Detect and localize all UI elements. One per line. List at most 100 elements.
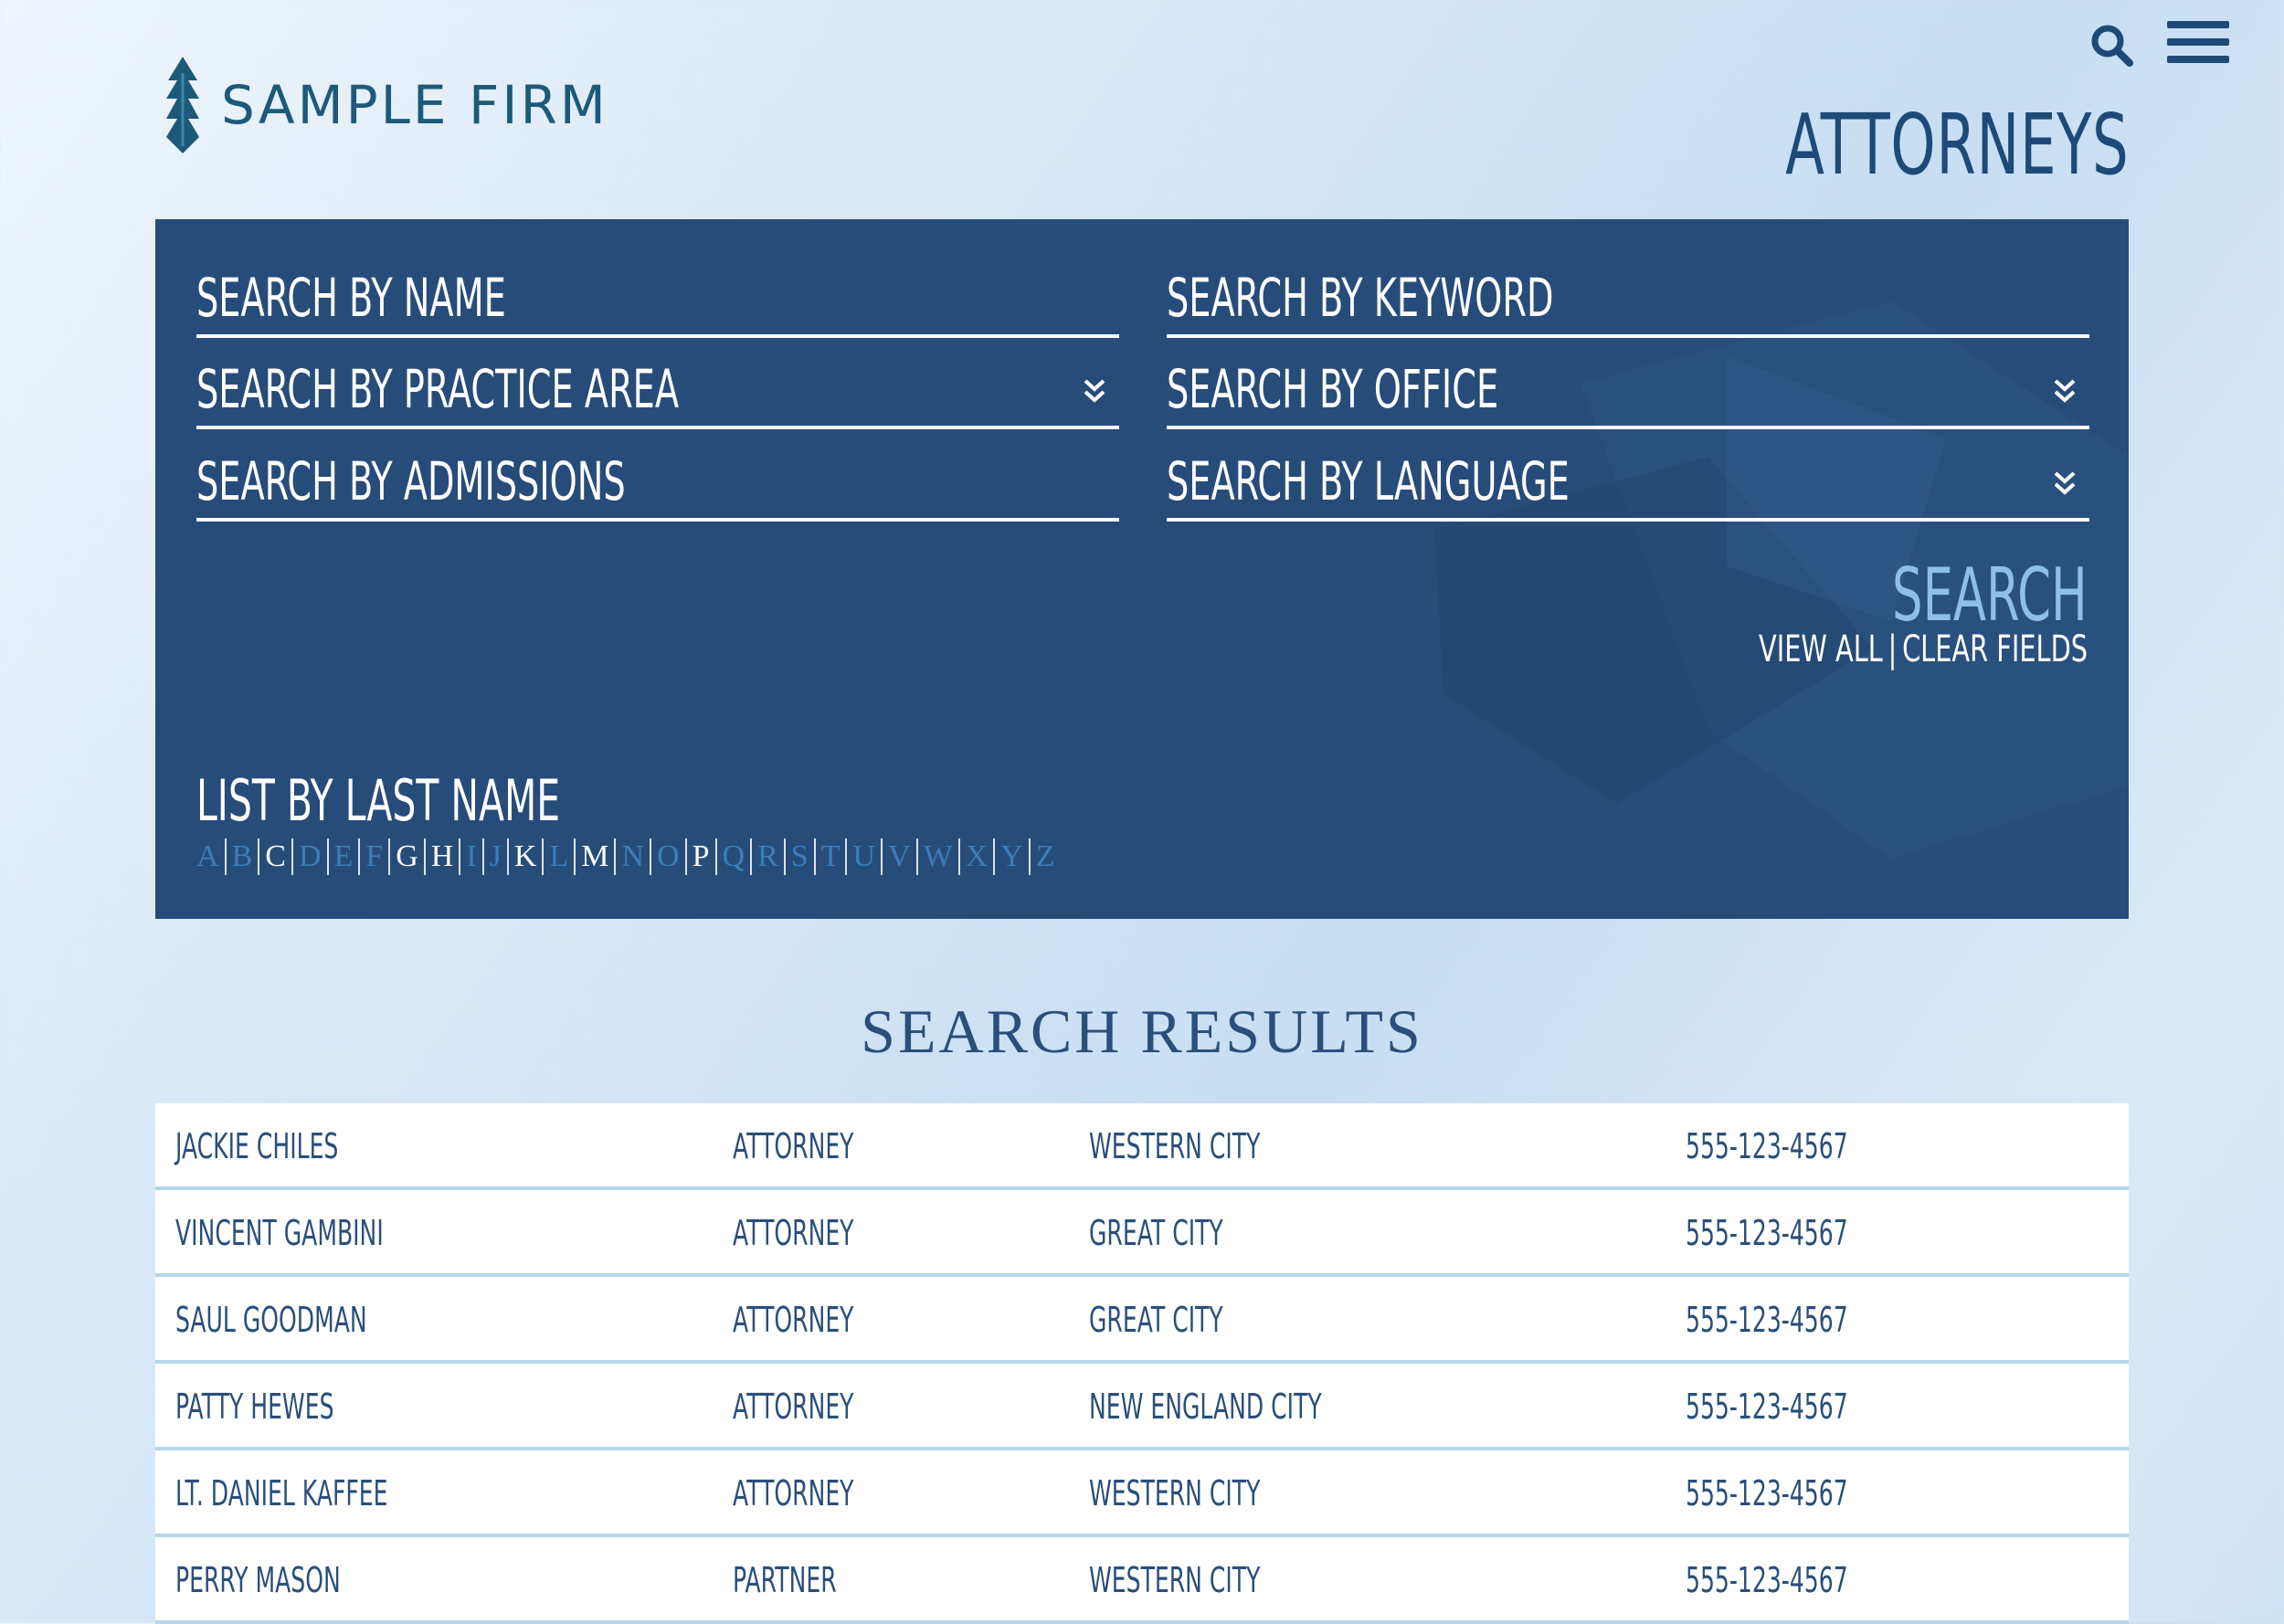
clear-fields-link[interactable]: CLEAR FIELDS <box>1902 628 2088 670</box>
attorney-title: ATTORNEY <box>733 1387 854 1427</box>
letter-link-q[interactable]: Q <box>717 839 751 874</box>
table-row[interactable]: PATTY HEWES ATTORNEY NEW ENGLAND CITY 555-1… <box>155 1364 2129 1450</box>
chevron-double-down-icon <box>1084 379 1105 403</box>
letter-link-k[interactable]: K <box>509 839 543 874</box>
search-panel: SEARCH BY NAME SEARCH BY KEYWORD SEARCH … <box>155 219 2129 919</box>
attorney-office: GREAT CITY <box>1089 1213 1223 1253</box>
brand-name: SAMPLE FIRM <box>221 74 608 136</box>
letter-separator <box>915 838 918 875</box>
letter-separator <box>542 838 545 875</box>
letter-link-c[interactable]: C <box>259 839 291 874</box>
letter-link-x[interactable]: X <box>960 839 994 874</box>
attorney-phone[interactable]: 555-123-4567 <box>1686 1473 1848 1513</box>
letter-separator <box>358 838 361 875</box>
letter-separator <box>714 838 717 875</box>
letter-link-y[interactable]: Y <box>995 839 1029 874</box>
letter-link-v[interactable]: V <box>883 839 916 874</box>
letter-separator <box>650 838 652 875</box>
letter-link-z[interactable]: Z <box>1031 839 1061 874</box>
tree-logo-icon <box>166 57 199 153</box>
search-results-title: SEARCH RESULTS <box>861 997 1423 1066</box>
letter-link-s[interactable]: S <box>786 839 814 874</box>
attorney-name[interactable]: JACKIE CHILES <box>175 1126 338 1166</box>
hamburger-menu-icon[interactable] <box>2167 21 2229 63</box>
letter-separator <box>881 838 883 875</box>
header-actions <box>2090 16 2229 68</box>
table-row[interactable]: PERRY MASON PARTNER WESTERN CITY 555-123-45… <box>155 1537 2129 1624</box>
attorney-office: WESTERN CITY <box>1089 1126 1261 1166</box>
letter-separator <box>224 838 227 875</box>
chevron-double-down-icon <box>2054 471 2076 495</box>
letter-link-w[interactable]: W <box>918 839 958 874</box>
attorney-office: NEW ENGLAND CITY <box>1089 1387 1322 1427</box>
attorney-name[interactable]: VINCENT GAMBINI <box>175 1213 384 1253</box>
letter-link-g[interactable]: G <box>390 839 424 874</box>
attorney-title: ATTORNEY <box>733 1126 854 1166</box>
attorney-name[interactable]: PERRY MASON <box>175 1560 341 1600</box>
letter-link-o[interactable]: O <box>651 839 685 874</box>
attorney-phone[interactable]: 555-123-4567 <box>1686 1560 1848 1600</box>
view-all-link[interactable]: VIEW ALL <box>1759 628 1883 670</box>
letter-separator <box>783 838 786 875</box>
letter-separator <box>750 838 753 875</box>
search-by-language-label: SEARCH BY LANGUAGE <box>1167 450 1570 512</box>
attorney-title: ATTORNEY <box>733 1473 854 1513</box>
search-aux-links: VIEW ALL | CLEAR FIELDS <box>1759 628 2088 670</box>
attorney-office: GREAT CITY <box>1089 1300 1223 1340</box>
attorney-phone[interactable]: 555-123-4567 <box>1686 1213 1848 1253</box>
letter-link-h[interactable]: H <box>426 839 460 874</box>
search-by-keyword-label: SEARCH BY KEYWORD <box>1167 267 1554 329</box>
letter-separator <box>423 838 426 875</box>
attorney-name[interactable]: SAUL GOODMAN <box>175 1300 367 1340</box>
letter-link-j[interactable]: J <box>484 839 507 874</box>
letter-separator <box>845 838 848 875</box>
letter-separator <box>326 838 329 875</box>
table-row[interactable]: SAUL GOODMAN ATTORNEY GREAT CITY 555-123-45… <box>155 1277 2129 1364</box>
letter-link-t[interactable]: T <box>816 839 846 874</box>
results-table: JACKIE CHILES ATTORNEY WESTERN CITY 555-123… <box>155 1103 2129 1624</box>
letter-link-b[interactable]: B <box>227 839 259 874</box>
letter-separator <box>574 838 576 875</box>
letter-link-n[interactable]: N <box>616 839 650 874</box>
letter-link-a[interactable]: A <box>196 839 225 874</box>
letter-link-p[interactable]: P <box>687 839 715 874</box>
attorney-title: PARTNER <box>733 1560 837 1600</box>
attorney-title: ATTORNEY <box>733 1213 854 1253</box>
brand-logo[interactable]: SAMPLE FIRM <box>164 55 608 155</box>
letter-link-i[interactable]: I <box>460 839 481 874</box>
table-row[interactable]: LT. DANIEL KAFFEE ATTORNEY WESTERN CITY 555… <box>155 1450 2129 1537</box>
attorney-phone[interactable]: 555-123-4567 <box>1686 1387 1848 1427</box>
search-icon[interactable] <box>2090 24 2134 68</box>
search-by-keyword-input[interactable]: SEARCH BY KEYWORD <box>1167 267 2089 338</box>
search-button[interactable]: SEARCH <box>1892 553 2088 638</box>
letter-link-l[interactable]: L <box>544 839 574 874</box>
table-row[interactable]: JACKIE CHILES ATTORNEY WESTERN CITY 555-123… <box>155 1103 2129 1190</box>
letter-link-e[interactable]: E <box>329 839 359 874</box>
attorney-phone[interactable]: 555-123-4567 <box>1686 1126 1848 1166</box>
search-by-practice-area-select[interactable]: SEARCH BY PRACTICE AREA <box>196 358 1119 429</box>
page-title: ATTORNEYS <box>1784 96 2129 194</box>
letter-link-f[interactable]: F <box>360 839 388 874</box>
alphabet-filter: ABCDEFGHIJKLMNOPQRSTUVWXYZ <box>196 838 1061 875</box>
letter-link-r[interactable]: R <box>752 839 784 874</box>
letter-separator <box>459 838 461 875</box>
attorney-name[interactable]: PATTY HEWES <box>175 1387 333 1427</box>
search-by-practice-area-label: SEARCH BY PRACTICE AREA <box>196 358 680 420</box>
table-row[interactable]: VINCENT GAMBINI ATTORNEY GREAT CITY 555-123… <box>155 1190 2129 1277</box>
letter-link-m[interactable]: M <box>576 839 614 874</box>
search-by-office-select[interactable]: SEARCH BY OFFICE <box>1167 358 2089 429</box>
letter-separator <box>1028 838 1031 875</box>
search-by-admissions-input[interactable]: SEARCH BY ADMISSIONS <box>196 450 1119 522</box>
search-by-language-select[interactable]: SEARCH BY LANGUAGE <box>1167 450 2089 522</box>
attorney-office: WESTERN CITY <box>1089 1560 1261 1600</box>
letter-link-u[interactable]: U <box>847 839 881 874</box>
letter-separator <box>481 838 484 875</box>
letter-separator <box>957 838 960 875</box>
letter-separator <box>506 838 509 875</box>
letter-separator <box>258 838 260 875</box>
search-by-name-input[interactable]: SEARCH BY NAME <box>196 267 1119 338</box>
attorney-name[interactable]: LT. DANIEL KAFFEE <box>175 1473 387 1513</box>
letter-separator <box>388 838 391 875</box>
letter-link-d[interactable]: D <box>293 839 327 874</box>
attorney-phone[interactable]: 555-123-4567 <box>1686 1300 1848 1340</box>
